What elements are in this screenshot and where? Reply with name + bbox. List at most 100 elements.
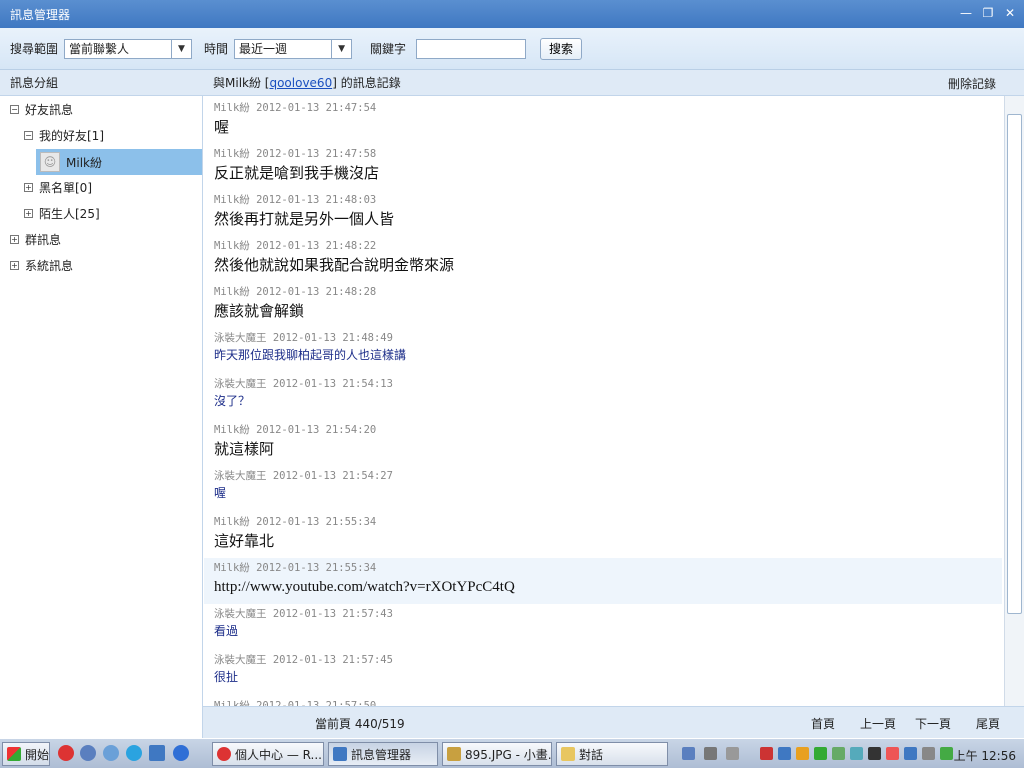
chevron-down-icon[interactable]: ▼ [331,39,351,58]
chrome-icon[interactable] [58,745,74,761]
task-button-dialog[interactable]: 對話 [556,742,668,766]
search-button[interactable]: 搜索 [540,37,583,60]
account-link[interactable]: qoolove60 [269,76,332,90]
task-button-paint[interactable]: 895.JPG - 小畫... [442,742,552,766]
collapse-icon[interactable]: − [24,130,33,140]
pager: 當前頁 440/519 首頁 上一頁 下一頁 尾頁 [203,706,1024,738]
ie-icon[interactable] [173,745,189,761]
message-meta: Milk紛 2012-01-13 21:54:20 [214,424,377,436]
message-meta: 泳裝大魔王 2012-01-13 21:48:49 [214,332,393,344]
group-panel-header: 訊息分組 [0,70,203,96]
maximize-icon[interactable]: ❐ [980,5,996,21]
message-link-text[interactable]: http://www.youtube.com/watch?v=rXOtYPcC4… [214,576,1002,598]
tree-node-selected-contact[interactable]: ☺ Milk紛 [36,149,202,175]
tree-node-label: 群訊息 [25,232,62,247]
chevron-down-icon[interactable]: ▼ [171,39,191,58]
tray-volume-icon[interactable] [940,747,953,760]
tree-node-blacklist[interactable]: + 黑名單[0] [24,176,92,198]
tray-update-icon[interactable] [922,747,935,760]
message-text: 就這樣阿 [214,440,275,458]
conversation-header: 與Milk紛 [ qoolove60 ] 的訊息記錄 刪除記錄 [203,70,1024,96]
skype-icon[interactable] [126,745,142,761]
browser-icon[interactable] [103,745,119,761]
message-item: 泳裝大魔王 2012-01-13 21:57:43 看過 [204,606,1002,640]
message-meta: Milk紛 2012-01-13 21:57:50 [214,700,377,706]
task-label: 訊息管理器 [351,747,412,762]
minimize-icon[interactable]: — [958,5,974,21]
message-text: 喔 [214,118,230,136]
tray-chat-icon[interactable] [904,747,917,760]
last-page-button[interactable]: 尾頁 [976,715,1000,732]
message-item: Milk紛 2012-01-13 21:55:34 這好靠北 [204,514,1002,552]
tree-node-groups[interactable]: + 群訊息 [10,228,61,250]
next-page-button[interactable]: 下一頁 [915,715,951,732]
tray-messenger-icon[interactable] [778,747,791,760]
message-item: Milk紛 2012-01-13 21:48:28 應該就會解鎖 [204,284,1002,322]
header-prefix: 與Milk紛 [ [213,76,270,90]
time-label: 時間 [204,42,229,56]
search-toolbar: 搜尋範圍 當前聯繫人 ▼ 時間 最近一週 ▼ 關鍵字 搜索 [0,28,1024,70]
expand-icon[interactable]: + [10,260,19,270]
message-text: 然後再打就是另外一個人皆 [214,210,395,228]
task-button-personal-center[interactable]: 個人中心 — R... [212,742,324,766]
message-meta: Milk紛 2012-01-13 21:47:58 [214,148,377,160]
message-meta: Milk紛 2012-01-13 21:55:34 [214,562,377,574]
tray-check-icon[interactable] [814,747,827,760]
scope-label: 搜尋範圍 [10,42,59,56]
window-title: 訊息管理器 [10,7,71,22]
task-button-message-manager[interactable]: 訊息管理器 [328,742,438,766]
tray-settings-icon[interactable] [704,747,717,760]
delete-records-button[interactable]: 刪除記錄 [948,75,996,92]
header-suffix: ] 的訊息記錄 [332,76,401,90]
message-scrollbar[interactable] [1004,96,1024,706]
task-label: 個人中心 — R... [235,747,322,762]
expand-icon[interactable]: + [10,234,19,244]
tree-node-system[interactable]: + 系統訊息 [10,254,73,276]
chrome-icon [217,747,231,761]
expand-icon[interactable]: + [24,182,33,192]
tray-device-icon[interactable] [726,747,739,760]
tray-app-icon[interactable] [832,747,845,760]
prev-page-button[interactable]: 上一頁 [860,715,896,732]
tray-alert-icon[interactable] [886,747,899,760]
expand-icon[interactable]: + [24,208,33,218]
time-value: 最近一週 [239,42,288,56]
message-meta: Milk紛 2012-01-13 21:48:03 [214,194,377,206]
tree-node-my-friends[interactable]: − 我的好友[1] [24,124,104,146]
start-label: 開始 [25,747,50,762]
tree-node-label: 陌生人[25] [39,206,100,221]
avatar: ☺ [40,152,60,172]
tray-qq-icon[interactable] [796,747,809,760]
close-icon[interactable]: ✕ [1002,5,1018,21]
messenger-icon[interactable] [149,745,165,761]
media-player-icon[interactable] [80,745,96,761]
tree-node-strangers[interactable]: + 陌生人[25] [24,202,100,224]
tree-node-label: 黑名單[0] [39,180,92,195]
message-item: 泳裝大魔王 2012-01-13 21:54:27 喔 [204,468,1002,502]
tree-node-label: 我的好友[1] [39,128,104,143]
collapse-icon[interactable]: − [10,104,19,114]
contact-name: Milk紛 [66,155,102,170]
tray-monitor-icon[interactable] [868,747,881,760]
title-bar: 訊息管理器 — ❐ ✕ [0,0,1024,28]
first-page-button[interactable]: 首頁 [811,715,835,732]
message-item: Milk紛 2012-01-13 21:54:20 就這樣阿 [204,422,1002,460]
message-text: 應該就會解鎖 [214,302,305,320]
message-text: 昨天那位跟我聊柏起哥的人也這樣講 [214,348,407,362]
tray-security-icon[interactable] [760,747,773,760]
tree-node-label: 系統訊息 [25,258,74,273]
message-item: Milk紛 2012-01-13 21:48:03 然後再打就是另外一個人皆 [204,192,1002,230]
message-meta: 泳裝大魔王 2012-01-13 21:54:13 [214,378,393,390]
message-list: Milk紛 2012-01-13 21:47:54 喔 Milk紛 2012-0… [204,96,1004,706]
scroll-thumb[interactable] [1007,114,1022,614]
scope-select[interactable]: 當前聯繫人 ▼ [64,38,193,59]
tray-sync-icon[interactable] [850,747,863,760]
time-select[interactable]: 最近一週 ▼ [234,38,353,59]
start-button[interactable]: 開始 [2,742,50,766]
message-meta: 泳裝大魔王 2012-01-13 21:57:43 [214,608,393,620]
tray-network-icon[interactable] [682,747,695,760]
keyword-input[interactable] [416,38,527,59]
keyword-label: 關鍵字 [370,42,407,56]
message-item-hovered: Milk紛 2012-01-13 21:55:34 http://www.you… [204,558,1002,604]
tree-node-friends[interactable]: − 好友訊息 [10,98,73,120]
